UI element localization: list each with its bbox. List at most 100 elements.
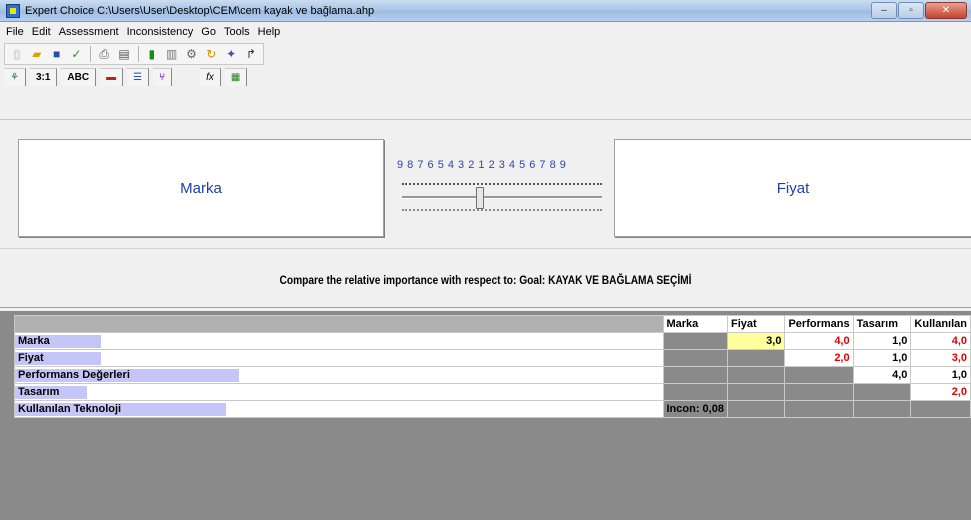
graphical-mode-tab[interactable]: ▬: [100, 68, 124, 86]
divider: [0, 119, 971, 120]
menu-file[interactable]: File: [6, 26, 24, 38]
arrow-icon[interactable]: ↱: [243, 46, 259, 62]
grid-icon: ▦: [230, 72, 241, 83]
matrix-cell[interactable]: 3,0: [910, 349, 971, 367]
scale-ticks-bottom: [402, 209, 602, 211]
table-row: Kullanılan Teknoloji Incon: 0,08: [14, 400, 971, 418]
app-icon: [6, 3, 20, 18]
comparison-slider-thumb[interactable]: [476, 187, 484, 209]
comparison-prompt: Compare the relative importance with res…: [279, 273, 692, 287]
chart-icon[interactable]: ▥: [164, 46, 180, 62]
menu-help[interactable]: Help: [258, 26, 281, 38]
menu-assessment[interactable]: Assessment: [59, 26, 119, 38]
list-mode-tab[interactable]: ☰: [127, 68, 150, 86]
menu-inconsistency[interactable]: Inconsistency: [127, 26, 194, 38]
table-row: Performans Değerleri 4,0 1,0: [14, 366, 971, 384]
matrix-cell: [726, 400, 786, 418]
menu-edit[interactable]: Edit: [32, 26, 51, 38]
scale-ticks-top: [402, 183, 602, 185]
row-label[interactable]: Performans Değerleri: [14, 366, 664, 384]
toolbar-separator: [137, 46, 139, 62]
matrix-cell[interactable]: 1,0: [852, 349, 912, 367]
matrix-cell[interactable]: 2,0: [910, 383, 971, 401]
matrix-cell: [784, 366, 854, 384]
row-label-text: Marka: [18, 335, 50, 347]
comparison-panel: Marka 9 8 7 6 5 4 3 2 1 2 3 4 5 6 7 8 9 …: [0, 121, 971, 246]
maximize-button[interactable]: ▫: [898, 2, 924, 19]
prompt-panel: Compare the relative importance with res…: [0, 248, 971, 308]
print-icon[interactable]: ⎙: [96, 46, 112, 62]
matrix-cell: [662, 349, 728, 367]
matrix-cell[interactable]: 4,0: [784, 332, 854, 350]
window-title: Expert Choice C:\Users\User\Desktop\CEM\…: [25, 4, 375, 17]
matrix-cell: [784, 400, 854, 418]
matrix-cell: [784, 383, 854, 401]
matrix-cell: [726, 366, 786, 384]
row-label[interactable]: Kullanılan Teknoloji: [14, 400, 664, 418]
refresh-icon[interactable]: ↻: [203, 46, 219, 62]
questionnaire-mode-tab[interactable]: ⑂: [153, 68, 173, 86]
row-label-text: Tasarım: [18, 386, 60, 398]
verbal-mode-tab[interactable]: ABC: [61, 68, 97, 86]
matrix-corner: [14, 315, 664, 333]
menu-bar: File Edit Assessment Inconsistency Go To…: [0, 22, 971, 42]
matrix-cell[interactable]: 2,0: [784, 349, 854, 367]
matrix-cell: [726, 349, 786, 367]
col-header: Fiyat: [726, 315, 786, 333]
matrix-cell[interactable]: 4,0: [852, 366, 912, 384]
row-label-text: Performans Değerleri: [18, 369, 130, 381]
matrix-cell[interactable]: 1,0: [852, 332, 912, 350]
settings-icon[interactable]: ⚙: [184, 46, 200, 62]
fork-icon: ⑂: [159, 72, 166, 83]
inconsistency-ratio: Incon: 0,08: [662, 400, 728, 418]
row-label[interactable]: Fiyat: [14, 349, 664, 367]
open-folder-icon[interactable]: ▰: [29, 46, 45, 62]
row-label[interactable]: Marka: [14, 332, 664, 350]
matrix-cell: [852, 383, 912, 401]
left-element-box[interactable]: Marka: [18, 139, 384, 237]
comparison-scale: 9 8 7 6 5 4 3 2 1 2 3 4 5 6 7 8 9: [397, 159, 607, 171]
comparison-matrix: Marka Fiyat Performans Tasarım Kullanıla…: [14, 315, 971, 418]
matrix-cell: [662, 366, 728, 384]
main-toolbar: ▯ ▰ ■ ✓ ⎙ ▤ ▮ ▥ ⚙ ↻ ✦ ↱: [4, 43, 264, 65]
matrix-cell: [852, 400, 912, 418]
calculator-icon[interactable]: ▮: [144, 46, 160, 62]
right-element-box[interactable]: Fiyat: [614, 139, 971, 237]
col-header: Performans: [784, 315, 854, 333]
formula-mode-tab[interactable]: fx: [200, 68, 221, 86]
col-header: Kullanılan: [910, 315, 971, 333]
check-icon[interactable]: ✓: [68, 46, 84, 62]
matrix-cell[interactable]: 4,0: [910, 332, 971, 350]
window-controls: – ▫ ✕: [870, 2, 967, 19]
print-preview-icon[interactable]: ▤: [116, 46, 132, 62]
minimize-button[interactable]: –: [871, 2, 897, 19]
mode-toolbar: ⚘ 3:1 ABC ▬ ☰ ⑂ fx ▦: [4, 66, 304, 88]
wand-icon[interactable]: ✦: [223, 46, 239, 62]
table-row: Marka 3,0 4,0 1,0 4,0: [14, 332, 971, 350]
lines-icon: ☰: [133, 72, 143, 83]
matrix-header-row: Marka Fiyat Performans Tasarım Kullanıla…: [14, 315, 971, 333]
scale-numbers: 9 8 7 6 5 4 3 2 1 2 3 4 5 6 7 8 9: [397, 159, 567, 171]
row-label[interactable]: Tasarım: [14, 383, 664, 401]
matrix-mode-tab[interactable]: ▦: [224, 68, 248, 86]
tree-icon: ⚘: [10, 72, 19, 83]
col-header: Marka: [662, 315, 728, 333]
comparison-slider-track[interactable]: [402, 196, 602, 199]
table-row: Tasarım 2,0: [14, 383, 971, 401]
toolbar-separator: [90, 46, 92, 62]
matrix-cell[interactable]: 1,0: [910, 366, 971, 384]
matrix-cell: [662, 332, 728, 350]
matrix-cell: [726, 383, 786, 401]
menu-go[interactable]: Go: [201, 26, 216, 38]
new-file-icon[interactable]: ▯: [9, 46, 25, 62]
title-bar: Expert Choice C:\Users\User\Desktop\CEM\…: [0, 0, 971, 22]
tree-mode-tab[interactable]: ⚘: [4, 68, 26, 86]
save-icon[interactable]: ■: [49, 46, 65, 62]
table-row: Fiyat 2,0 1,0 3,0: [14, 349, 971, 367]
menu-tools[interactable]: Tools: [224, 26, 250, 38]
row-label-text: Kullanılan Teknoloji: [18, 403, 122, 415]
close-button[interactable]: ✕: [925, 2, 967, 19]
matrix-cell[interactable]: 3,0: [726, 332, 786, 350]
matrix-cell: [662, 383, 728, 401]
numerical-mode-tab[interactable]: 3:1: [29, 68, 58, 86]
